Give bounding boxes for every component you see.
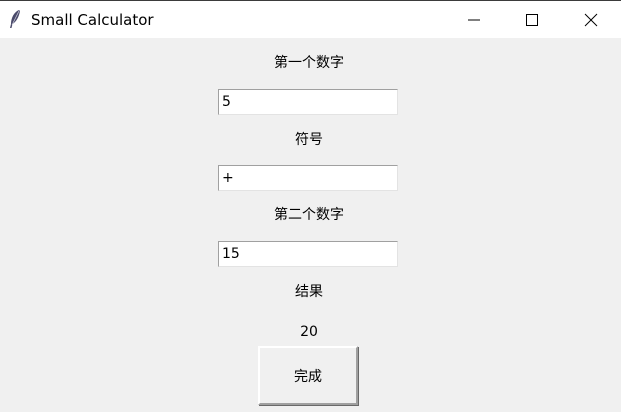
second-number-input[interactable]: [218, 241, 398, 267]
close-icon: [584, 13, 598, 27]
second-number-label: 第二个数字: [274, 207, 344, 223]
operator-label: 符号: [295, 132, 323, 148]
first-number-input[interactable]: [218, 89, 398, 115]
operator-input[interactable]: [218, 165, 398, 191]
done-button[interactable]: 完成: [258, 346, 358, 405]
calculator-form: 第一个数字 符号 第二个数字 结果 20 完成: [0, 38, 621, 412]
result-label: 结果: [295, 284, 323, 300]
minimize-icon: [468, 19, 480, 21]
window-title: Small Calculator: [31, 11, 154, 29]
first-number-label: 第一个数字: [274, 55, 344, 71]
minimize-button[interactable]: [445, 1, 503, 38]
maximize-icon: [526, 14, 538, 26]
feather-icon: [8, 9, 22, 29]
result-value: 20: [300, 324, 318, 340]
maximize-button[interactable]: [503, 1, 561, 38]
calculator-window: Small Calculator 第一个数字 符号 第二个数字 结果 20 完成: [0, 0, 621, 412]
close-button[interactable]: [562, 1, 620, 38]
title-bar[interactable]: Small Calculator: [0, 0, 621, 38]
